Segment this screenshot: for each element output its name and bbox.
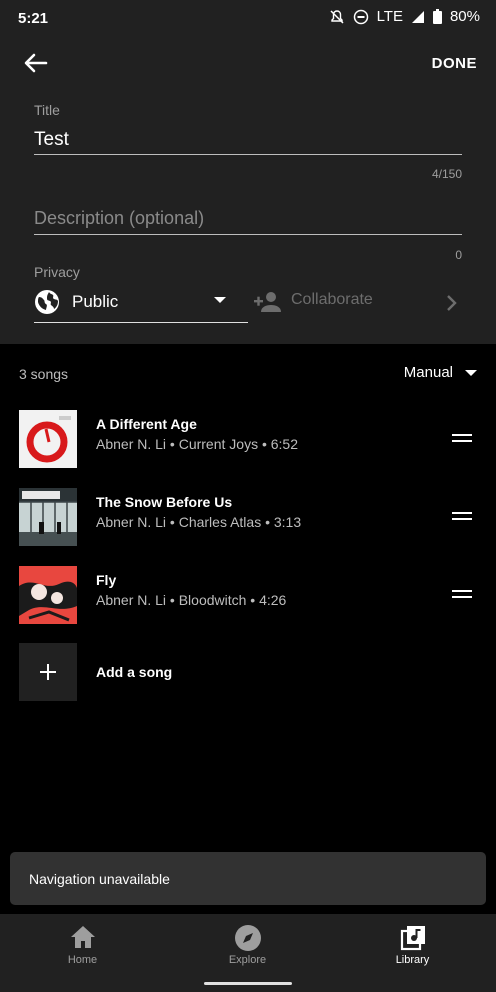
status-time: 5:21 [18, 10, 49, 27]
add-song-button[interactable]: Add a song [96, 664, 172, 680]
drag-handle-icon[interactable] [452, 434, 472, 442]
chevron-right-icon [447, 295, 457, 311]
dropdown-arrow-icon [214, 297, 226, 303]
song-subtitle: Abner N. Li • Charles Atlas • 3:13 [96, 514, 302, 530]
song-subtitle: Abner N. Li • Bloodwitch • 4:26 [96, 592, 287, 608]
tab-explore-label: Explore [228, 954, 267, 966]
sort-label: Manual [403, 364, 453, 381]
library-music-icon [400, 926, 425, 951]
privacy-dropdown[interactable]: Public [34, 283, 248, 323]
song-count: 3 songs [19, 366, 69, 382]
album-art [19, 566, 77, 624]
status-bar: 5:21 LTE 80% [0, 0, 496, 34]
title-counter: 4/150 [431, 167, 462, 181]
song-title: The Snow Before Us [96, 494, 233, 510]
signal-icon [411, 10, 424, 23]
status-icons: LTE 80% [329, 8, 480, 25]
song-title: A Different Age [96, 416, 197, 432]
add-person-icon [254, 292, 281, 312]
snackbar: Navigation unavailable [10, 852, 486, 905]
song-row[interactable]: The Snow Before Us Abner N. Li • Charles… [0, 488, 496, 548]
bottom-navigation: Home Explore Library [0, 914, 496, 992]
drag-handle-icon[interactable] [452, 512, 472, 520]
sort-dropdown[interactable]: Manual [404, 364, 477, 381]
drag-handle-icon[interactable] [452, 590, 472, 598]
privacy-value: Public [72, 292, 119, 311]
title-underline [34, 154, 462, 155]
edit-playlist-screen: 5:21 LTE 80% DONE Title Test 4/150 Descr… [0, 0, 496, 992]
description-underline [34, 234, 462, 235]
collaborate-label: Collaborate [291, 291, 373, 308]
gesture-bar [204, 982, 292, 985]
song-row[interactable]: A Different Age Abner N. Li • Current Jo… [0, 410, 496, 470]
network-type: LTE [376, 8, 403, 25]
tab-library[interactable]: Library [330, 914, 495, 992]
album-art [19, 410, 77, 468]
add-song-plus-icon[interactable] [19, 643, 77, 701]
globe-icon [35, 290, 59, 314]
battery-level: 80% [449, 8, 480, 25]
title-input[interactable]: Test [34, 129, 69, 151]
back-arrow-icon[interactable] [20, 48, 50, 78]
tab-library-label: Library [395, 954, 430, 966]
title-label: Title [34, 102, 60, 118]
description-input[interactable]: Description (optional) [34, 208, 204, 229]
tab-home-label: Home [67, 954, 98, 966]
song-subtitle: Abner N. Li • Current Joys • 6:52 [96, 436, 299, 452]
privacy-label: Privacy [34, 264, 80, 280]
dropdown-arrow-icon [465, 369, 477, 376]
tab-explore[interactable]: Explore [165, 914, 330, 992]
song-row[interactable]: Fly Abner N. Li • Bloodwitch • 4:26 [0, 566, 496, 626]
album-art [19, 488, 77, 546]
song-title: Fly [96, 572, 117, 588]
compass-icon [235, 925, 261, 951]
tab-home[interactable]: Home [0, 914, 165, 992]
description-counter: 0 [455, 248, 462, 262]
home-icon [71, 926, 95, 948]
snackbar-message: Navigation unavailable [29, 871, 170, 887]
do-not-disturb-icon [353, 9, 368, 24]
notifications-off-icon [330, 9, 344, 24]
collaborate-button[interactable]: Collaborate [254, 290, 464, 320]
playlist-details-panel: 5:21 LTE 80% DONE Title Test 4/150 Descr… [0, 0, 496, 344]
done-button[interactable]: DONE [432, 55, 477, 72]
battery-icon [432, 9, 442, 24]
